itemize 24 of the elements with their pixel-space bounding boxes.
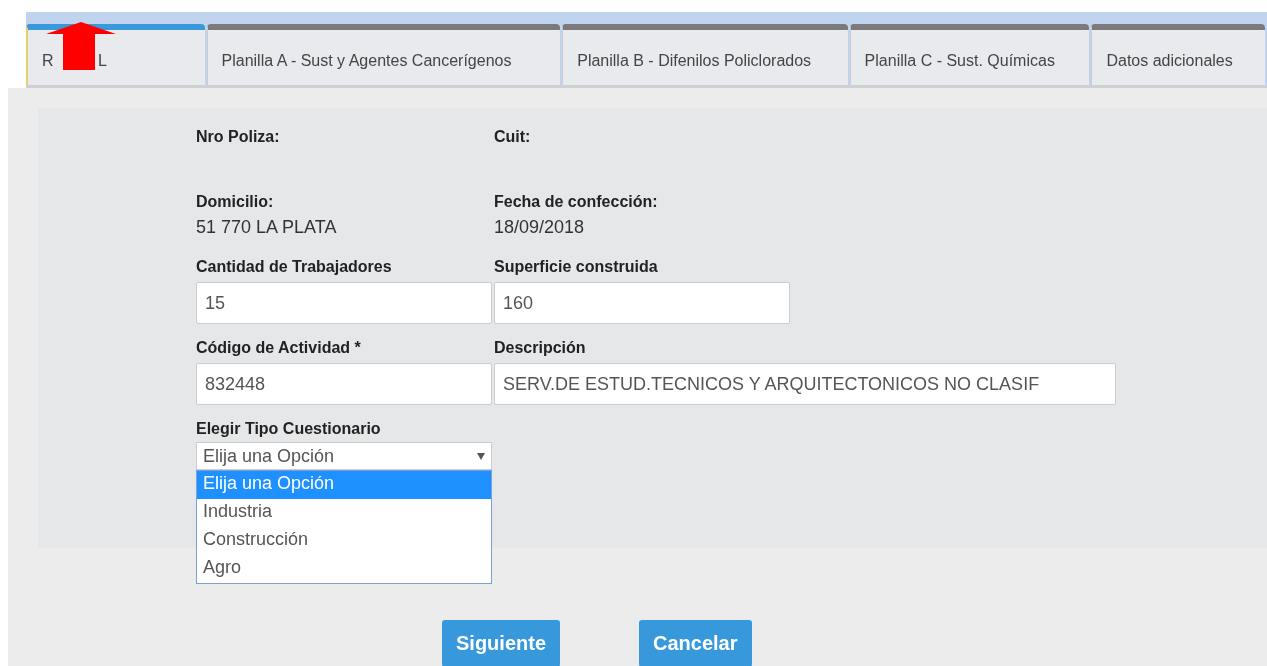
field-label: Elegir Tipo Cuestionario (196, 420, 382, 438)
field-value: 51 770 LA PLATA (196, 217, 338, 238)
field-label: Código de Actividad * (196, 339, 362, 357)
tab[interactable]: Planilla A - Sust y Agentes Cancerígenos (206, 24, 561, 85)
input-field[interactable]: 832448 (196, 363, 492, 405)
field-label: Fecha de confección: (494, 193, 659, 211)
dropdown-option[interactable]: Agro (197, 555, 491, 583)
caret-icon (477, 452, 485, 460)
input-field[interactable]: SERV.DE ESTUD.TECNICOS Y ARQUITECTONICOS NO CLASIF (494, 363, 1116, 405)
tab[interactable]: Datos adicionales (1091, 24, 1265, 85)
field-label: Nro Poliza: (196, 128, 281, 146)
field-label: Superficie construida (494, 258, 659, 276)
select-field[interactable]: Elija una Opción (196, 442, 492, 470)
field-value: 18/09/2018 (494, 217, 586, 238)
tab[interactable]: Planilla C - Sust. Químicas (849, 24, 1090, 85)
dropdown-option[interactable]: Construcción (197, 527, 491, 555)
dropdown-option[interactable]: Industria (197, 499, 491, 527)
field-label: Domicilio: (196, 193, 275, 211)
input-field[interactable]: 15 (196, 282, 492, 324)
field-label: Descripción (494, 339, 587, 357)
input-field[interactable]: 160 (494, 282, 790, 324)
tab[interactable]: Planilla B - Difenilos Policlorados (562, 24, 848, 85)
field-label: Cantidad de Trabajadores (196, 258, 393, 276)
field-label: Cuit: (494, 128, 532, 146)
